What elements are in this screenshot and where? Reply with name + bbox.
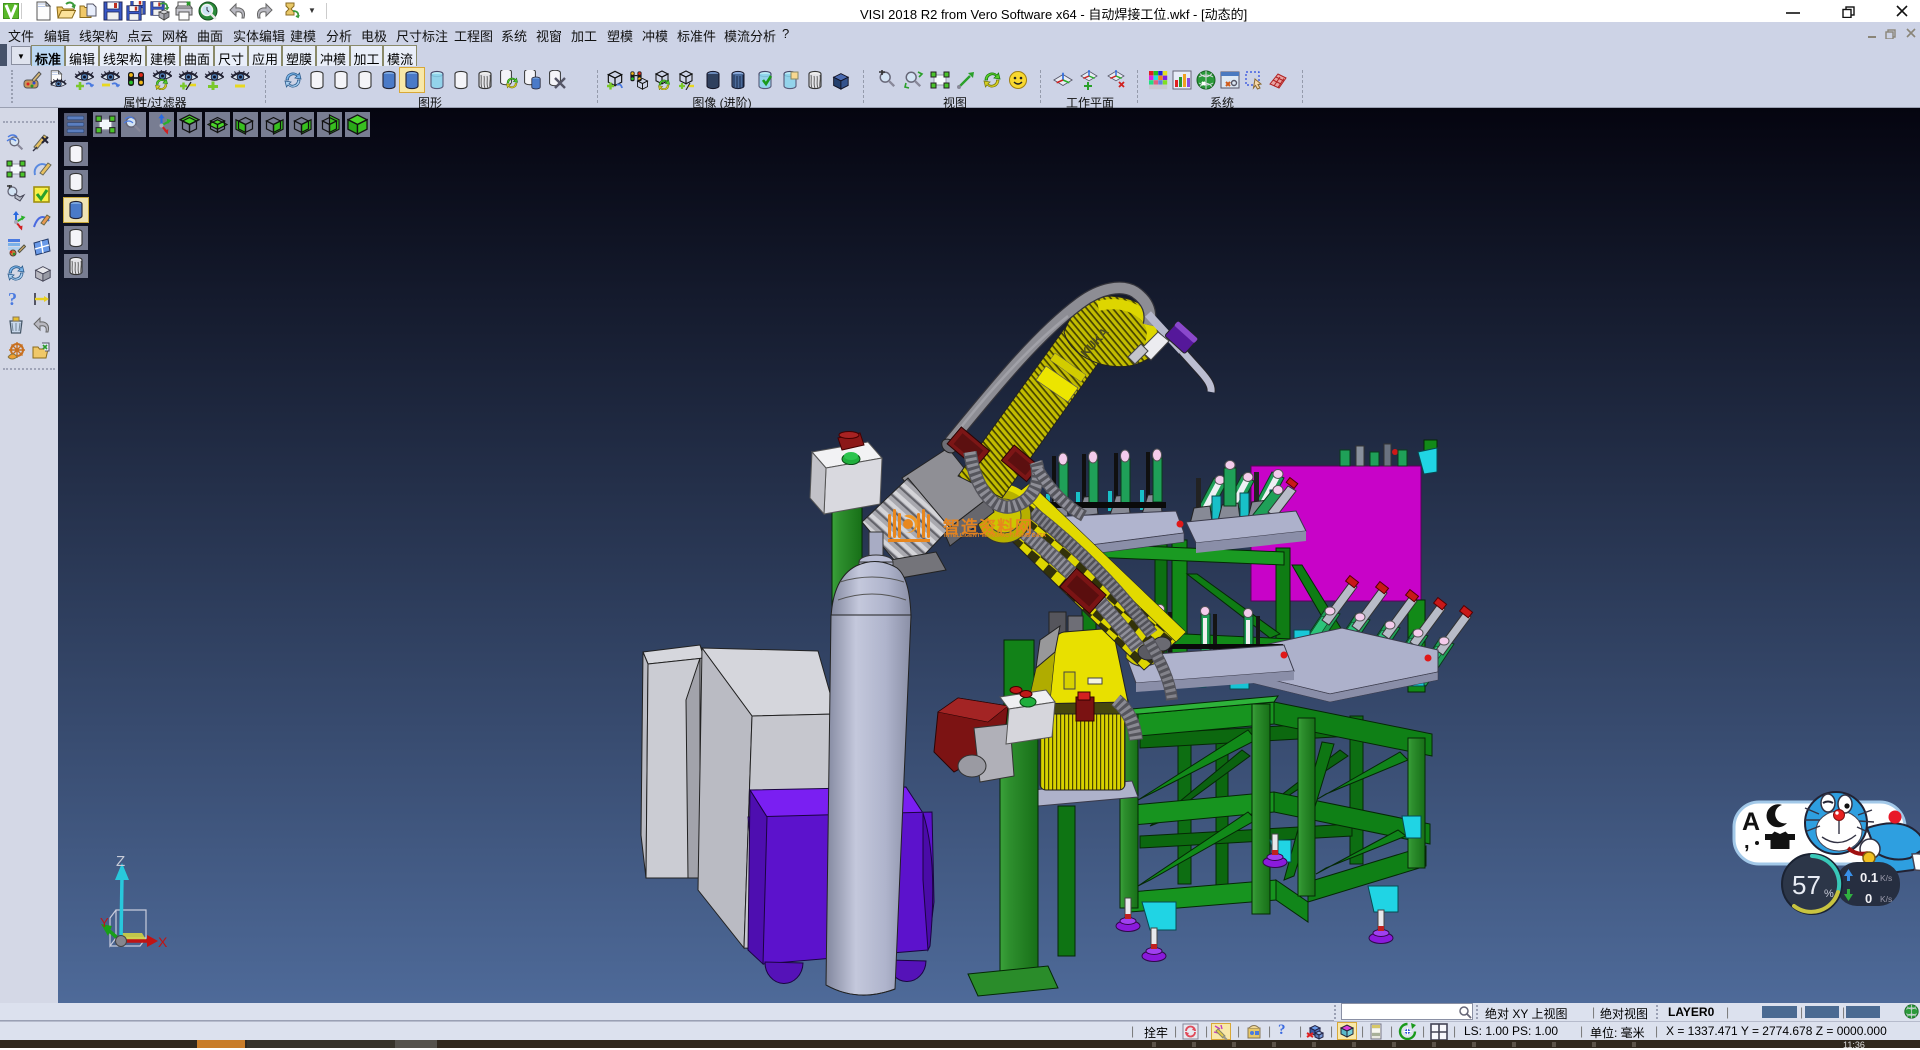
svg-text:0: 0: [1865, 891, 1872, 906]
svg-text:%: %: [1824, 888, 1834, 900]
svg-text:?: ?: [8, 289, 17, 309]
svg-text:X: X: [158, 934, 168, 950]
svg-text:K/s: K/s: [1880, 894, 1892, 904]
svg-text:Z: Z: [116, 853, 125, 870]
svg-text:57: 57: [1792, 870, 1821, 900]
svg-text:K/s: K/s: [1880, 873, 1892, 883]
svg-text:0.1: 0.1: [1860, 870, 1878, 885]
svg-text:,: ,: [1744, 831, 1750, 853]
svg-text:Y: Y: [100, 915, 109, 930]
